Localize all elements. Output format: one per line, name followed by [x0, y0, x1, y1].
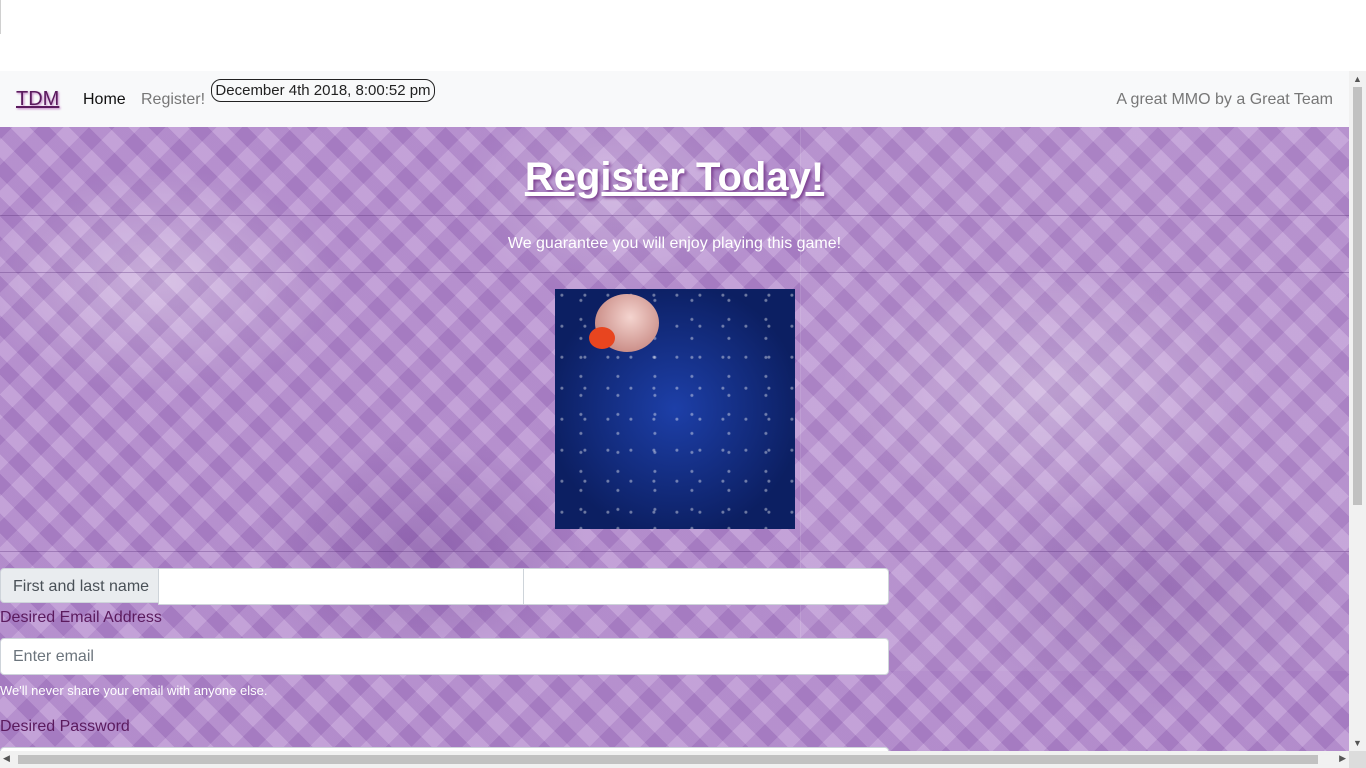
- page-subtitle: We guarantee you will enjoy playing this…: [507, 235, 842, 252]
- email-input[interactable]: [0, 638, 889, 675]
- game-character-gif: [555, 289, 795, 529]
- scroll-up-icon[interactable]: ▲: [1349, 74, 1366, 84]
- nav-link-register[interactable]: Register!: [141, 91, 205, 109]
- brand-link[interactable]: TDM: [16, 88, 59, 111]
- name-label: First and last name: [0, 568, 159, 603]
- password-label: Desired Password: [0, 718, 130, 735]
- horizontal-scrollbar[interactable]: ◀ ▶: [0, 751, 1349, 768]
- navbar-tagline: A great MMO by a Great Team: [1116, 91, 1333, 108]
- divider: [0, 551, 1349, 552]
- divider: [0, 215, 1349, 216]
- page-viewport: TDM Home Register! December 4th 2018, 8:…: [0, 71, 1349, 751]
- browser-top-area: [0, 0, 1366, 71]
- name-input-group: First and last name: [0, 568, 889, 605]
- navbar: TDM Home Register! December 4th 2018, 8:…: [0, 71, 1349, 127]
- scroll-down-icon[interactable]: ▼: [1349, 738, 1366, 748]
- scrollbar-corner: [1349, 751, 1366, 768]
- email-label: Desired Email Address: [0, 609, 162, 626]
- first-name-input[interactable]: [158, 568, 524, 605]
- divider: [0, 272, 1349, 273]
- scroll-right-icon[interactable]: ▶: [1339, 753, 1346, 764]
- window-edge: [0, 0, 1, 34]
- scroll-left-icon[interactable]: ◀: [3, 753, 10, 764]
- vertical-scrollbar[interactable]: ▲ ▼: [1349, 71, 1366, 751]
- horizontal-scroll-thumb[interactable]: [18, 755, 1318, 764]
- page-title: Register Today!: [524, 155, 825, 199]
- clock-display: December 4th 2018, 8:00:52 pm: [211, 79, 435, 102]
- character-foot: [589, 327, 615, 349]
- email-help-text: We'll never share your email with anyone…: [0, 683, 268, 698]
- nav-link-home[interactable]: Home: [83, 91, 126, 109]
- vertical-scroll-thumb[interactable]: [1353, 87, 1362, 505]
- last-name-input[interactable]: [523, 568, 889, 605]
